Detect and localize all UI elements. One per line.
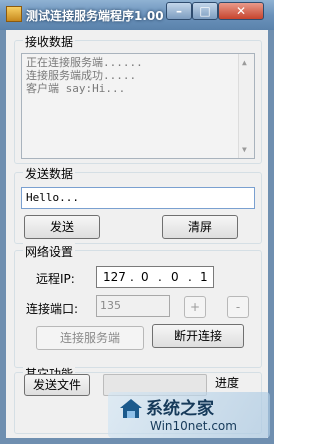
ip-label: 远程IP: bbox=[36, 272, 75, 286]
receive-line: 正在连接服务端...... bbox=[26, 56, 143, 69]
ip-octet[interactable]: 1 bbox=[200, 270, 208, 284]
window-title: 测试连接服务端程序1.00 bbox=[26, 9, 164, 23]
port-increase-button[interactable]: + bbox=[184, 296, 206, 318]
connect-server-button[interactable]: 连接服务端 bbox=[36, 326, 144, 350]
receive-group: 接收数据 正在连接服务端...... 连接服务端成功..... 客户端 say:… bbox=[14, 33, 262, 164]
clear-button[interactable]: 清屏 bbox=[162, 215, 238, 239]
app-window: 测试连接服务端程序1.00 – □ ✕ 接收数据 正在连接服务端...... 连… bbox=[0, 0, 274, 444]
title-bar[interactable]: 测试连接服务端程序1.00 – □ ✕ bbox=[0, 0, 274, 30]
send-button[interactable]: 发送 bbox=[24, 215, 100, 239]
send-file-button[interactable]: 发送文件 bbox=[24, 374, 90, 396]
ip-address-field[interactable]: 127 . 0 . 0 . 1 bbox=[96, 266, 214, 288]
port-decrease-button[interactable]: - bbox=[227, 296, 249, 318]
send-group-label: 发送数据 bbox=[23, 165, 76, 182]
ip-octet[interactable]: 0 bbox=[171, 270, 179, 284]
scroll-up-icon[interactable]: ▲ bbox=[242, 56, 247, 69]
close-button[interactable]: ✕ bbox=[218, 2, 264, 20]
send-input[interactable]: Hello... bbox=[21, 187, 255, 209]
port-label: 连接端口: bbox=[26, 302, 79, 316]
client-area: 接收数据 正在连接服务端...... 连接服务端成功..... 客户端 say:… bbox=[6, 30, 268, 438]
receive-line: 客户端 say:Hi... bbox=[26, 82, 126, 95]
receive-scrollbar[interactable]: ▲ ▼ bbox=[238, 54, 254, 158]
watermark-url: Win10net.com bbox=[150, 419, 237, 433]
receive-textarea[interactable]: 正在连接服务端...... 连接服务端成功..... 客户端 say:Hi...… bbox=[21, 53, 255, 159]
house-logo-icon bbox=[120, 399, 142, 418]
minimize-icon: – bbox=[176, 4, 182, 18]
progress-label: 进度 bbox=[215, 376, 240, 390]
close-icon: ✕ bbox=[235, 4, 247, 18]
minimize-button[interactable]: – bbox=[166, 2, 192, 20]
ip-octet[interactable]: 0 bbox=[141, 270, 149, 284]
network-group-label: 网络设置 bbox=[23, 243, 76, 260]
receive-line: 连接服务端成功..... bbox=[26, 69, 137, 82]
receive-group-label: 接收数据 bbox=[23, 33, 76, 50]
port-field[interactable]: 135 bbox=[96, 295, 170, 317]
app-icon bbox=[6, 6, 22, 22]
scroll-down-icon[interactable]: ▼ bbox=[242, 143, 247, 156]
disconnect-button[interactable]: 断开连接 bbox=[152, 324, 244, 348]
maximize-button[interactable]: □ bbox=[192, 2, 218, 20]
ip-octet[interactable]: 127 bbox=[103, 270, 126, 284]
watermark-name: 系统之家 bbox=[146, 399, 214, 419]
maximize-icon: □ bbox=[199, 4, 211, 18]
